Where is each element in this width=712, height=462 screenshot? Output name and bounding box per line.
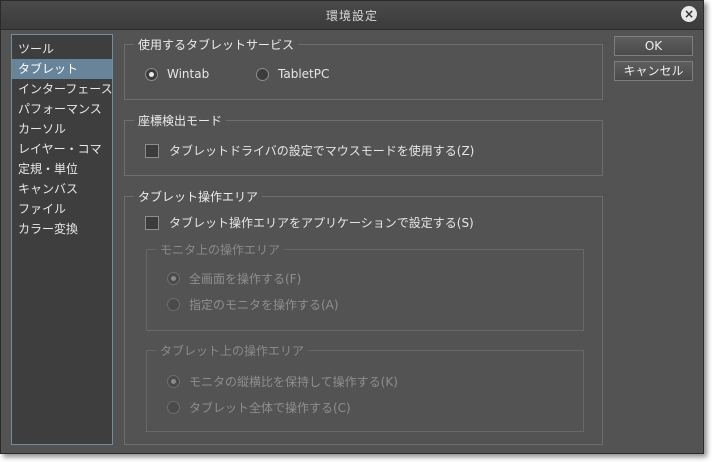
tablet-service-group: 使用するタブレットサービス Wintab TabletPC <box>124 36 603 100</box>
radio-specific-monitor-control[interactable] <box>167 298 180 311</box>
sidebar-item-file[interactable]: ファイル <box>12 199 112 219</box>
radio-full-screen[interactable]: 全画面を操作する(F) <box>167 270 301 287</box>
sidebar-item-interface[interactable]: インターフェース <box>12 79 113 99</box>
radio-tabletpc[interactable]: TabletPC <box>256 67 329 81</box>
mouse-mode-checkbox[interactable]: タブレットドライバの設定でマウスモードを使用する(Z) <box>145 142 474 159</box>
coordinate-mode-group: 座標検出モード タブレットドライバの設定でマウスモードを使用する(Z) <box>124 112 603 176</box>
radio-whole-tablet[interactable]: タブレット全体で操作する(C) <box>167 399 351 416</box>
sidebar-item-tool[interactable]: ツール <box>12 39 112 59</box>
monitor-area-legend: モニタ上の操作エリア <box>156 241 285 258</box>
app-area-checkbox[interactable]: タブレット操作エリアをアプリケーションで設定する(S) <box>145 214 474 231</box>
tablet-service-legend: 使用するタブレットサービス <box>134 36 299 53</box>
radio-keep-aspect-label: モニタの縦横比を保持して操作する(K) <box>189 375 398 389</box>
operation-area-legend: タブレット操作エリア <box>134 188 263 205</box>
radio-specific-monitor[interactable]: 指定のモニタを操作する(A) <box>167 296 339 313</box>
app-area-checkbox-label: タブレット操作エリアをアプリケーションで設定する(S) <box>169 216 474 230</box>
preferences-dialog: 環境設定 × ツール タブレット インターフェース パフォーマンス カーソル レ… <box>0 0 704 454</box>
sidebar-item-performance[interactable]: パフォーマンス <box>12 99 112 119</box>
radio-wintab-control[interactable] <box>145 67 158 81</box>
monitor-area-group: モニタ上の操作エリア 全画面を操作する(F) 指定のモニタを操作する(A) <box>146 241 584 331</box>
sidebar-item-ruler-unit[interactable]: 定規・単位 <box>12 159 112 179</box>
radio-full-screen-control[interactable] <box>167 272 180 285</box>
cancel-button[interactable]: キャンセル <box>614 61 693 81</box>
title-bar[interactable]: 環境設定 × <box>1 1 703 30</box>
tablet-area-group: タブレット上の操作エリア モニタの縦横比を保持して操作する(K) タブレット全体… <box>146 342 584 432</box>
mouse-mode-checkbox-label: タブレットドライバの設定でマウスモードを使用する(Z) <box>169 144 475 158</box>
radio-whole-tablet-control[interactable] <box>167 401 180 414</box>
sidebar-item-cursor[interactable]: カーソル <box>12 119 112 139</box>
sidebar-item-tablet[interactable]: タブレット <box>12 59 112 79</box>
category-list: ツール タブレット インターフェース パフォーマンス カーソル レイヤー・コマ … <box>11 34 113 445</box>
sidebar-item-layer-frame[interactable]: レイヤー・コマ <box>12 139 112 159</box>
radio-keep-aspect[interactable]: モニタの縦横比を保持して操作する(K) <box>167 373 398 390</box>
sidebar-item-canvas[interactable]: キャンバス <box>12 179 112 199</box>
app-area-checkbox-box[interactable] <box>145 215 159 230</box>
radio-keep-aspect-control[interactable] <box>167 375 180 388</box>
operation-area-group: タブレット操作エリア タブレット操作エリアをアプリケーションで設定する(S) モ… <box>124 188 603 445</box>
radio-full-screen-label: 全画面を操作する(F) <box>189 272 302 286</box>
tablet-area-legend: タブレット上の操作エリア <box>156 342 309 359</box>
radio-whole-tablet-label: タブレット全体で操作する(C) <box>189 401 351 415</box>
coordinate-mode-legend: 座標検出モード <box>134 112 227 129</box>
radio-wintab-label: Wintab <box>167 67 210 81</box>
sidebar-item-color-conversion[interactable]: カラー変換 <box>12 219 112 239</box>
radio-specific-monitor-label: 指定のモニタを操作する(A) <box>189 298 339 312</box>
ok-button[interactable]: OK <box>614 36 693 56</box>
close-icon[interactable]: × <box>681 6 697 22</box>
radio-tabletpc-label: TabletPC <box>278 67 330 81</box>
mouse-mode-checkbox-box[interactable] <box>145 143 159 158</box>
window-title: 環境設定 <box>325 9 378 23</box>
radio-wintab[interactable]: Wintab <box>145 67 209 81</box>
radio-tabletpc-control[interactable] <box>256 67 269 81</box>
